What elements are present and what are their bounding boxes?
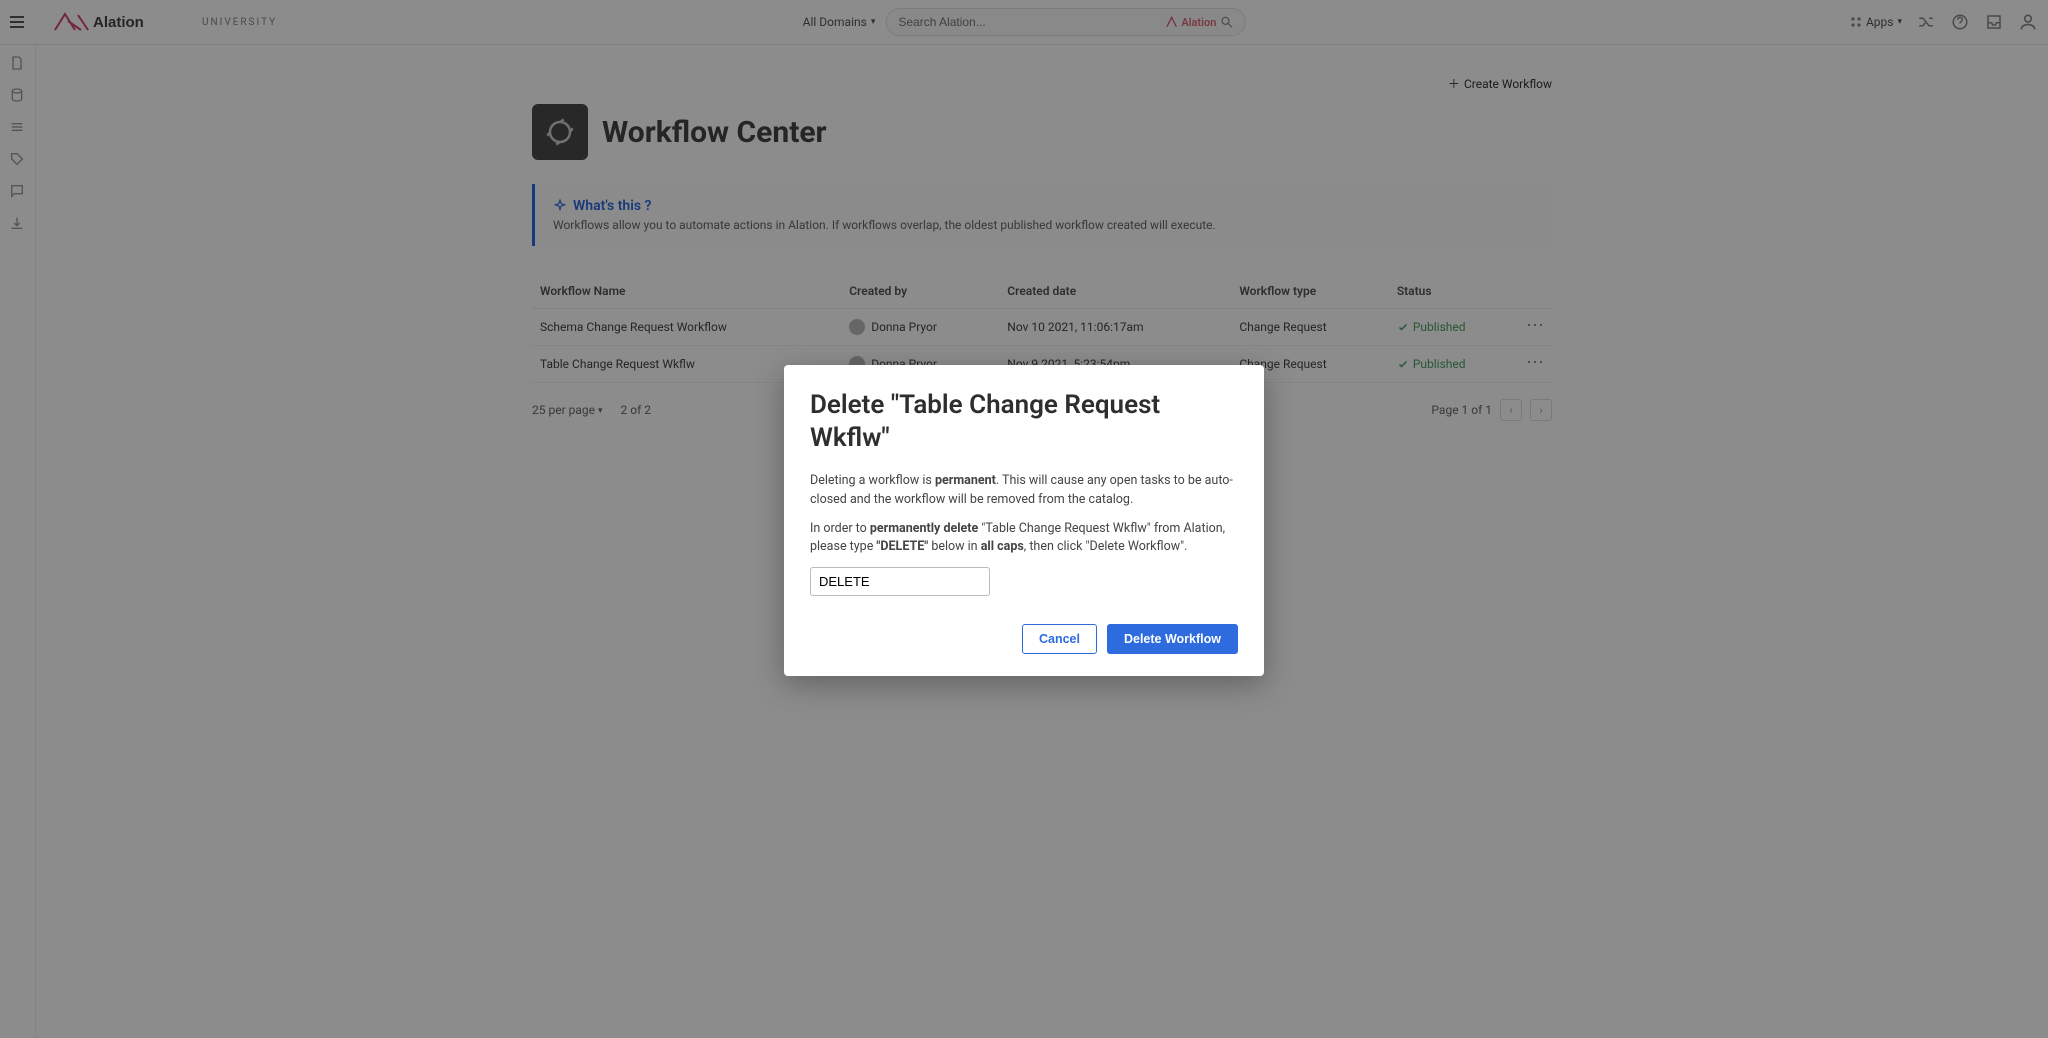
modal-paragraph-1: Deleting a workflow is permanent. This w… bbox=[810, 472, 1238, 510]
delete-workflow-button[interactable]: Delete Workflow bbox=[1107, 624, 1238, 654]
modal-overlay[interactable]: Delete "Table Change Request Wkflw" Dele… bbox=[0, 0, 2048, 1038]
modal-paragraph-2: In order to permanently delete "Table Ch… bbox=[810, 520, 1238, 558]
modal-title: Delete "Table Change Request Wkflw" bbox=[810, 389, 1238, 454]
cancel-button[interactable]: Cancel bbox=[1022, 624, 1097, 654]
delete-confirm-input[interactable] bbox=[810, 567, 990, 596]
delete-workflow-modal: Delete "Table Change Request Wkflw" Dele… bbox=[784, 365, 1264, 676]
